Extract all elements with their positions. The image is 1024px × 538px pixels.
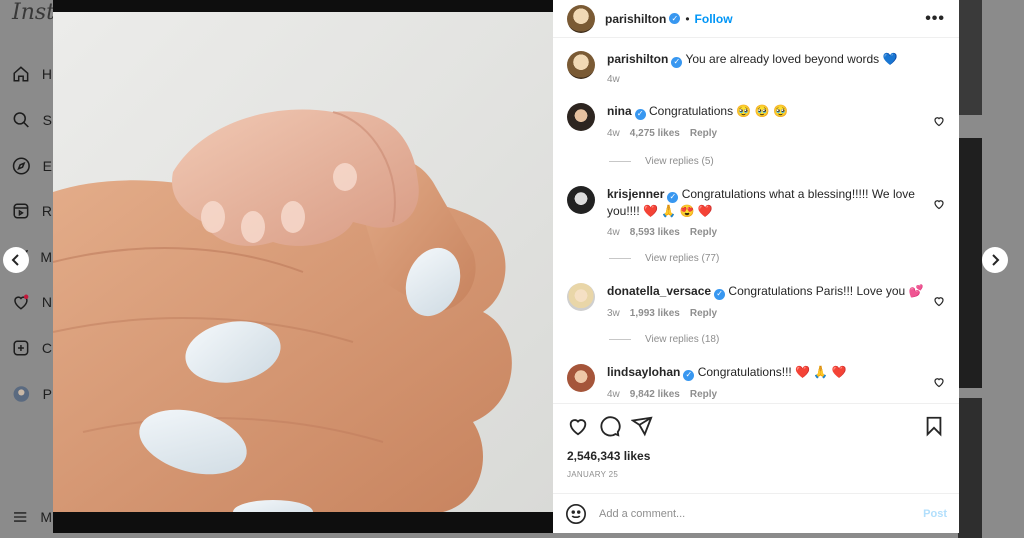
heart-icon [14, 294, 29, 310]
comment-input[interactable] [599, 507, 924, 520]
like-comment-heart-icon[interactable] [933, 115, 945, 127]
background-thumbnail [958, 138, 982, 388]
add-comment-bar: Post [553, 493, 959, 533]
background-thumbnail [958, 0, 982, 115]
caption-text: You are already loved beyond words 💙 [685, 52, 898, 66]
nav-create[interactable]: C [12, 336, 52, 360]
verified-badge-icon: ✓ [714, 288, 726, 300]
comment-text: Congratulations!!! ❤️ 🙏 ❤️ [697, 365, 847, 379]
like-comment-heart-icon[interactable] [933, 198, 945, 210]
reply-button[interactable]: Reply [690, 387, 717, 403]
comment: krisjenner ✓ Congratulations what a bless… [567, 186, 945, 241]
post-side-panel: parishilton ✓ • Follow ••• parishilton ✓ … [553, 0, 959, 533]
caption-age: 4w [607, 73, 620, 85]
profile-avatar-icon [13, 386, 30, 402]
comment-bubble-icon[interactable] [599, 415, 621, 437]
comment-likes[interactable]: 9,842 likes [630, 387, 680, 403]
comment-age: 4w [607, 388, 620, 400]
comments-list[interactable]: parishilton ✓ You are already loved beyon… [553, 39, 959, 403]
verified-badge-icon: ✓ [683, 369, 695, 381]
caption-avatar[interactable] [567, 51, 595, 79]
commenter-avatar[interactable] [567, 186, 595, 214]
reply-button[interactable]: Reply [690, 126, 717, 142]
nav-reels[interactable]: R [12, 199, 52, 223]
reels-icon [13, 203, 29, 219]
comment-likes[interactable]: 1,993 likes [630, 306, 680, 322]
view-replies-button[interactable]: View replies (5) [609, 156, 714, 167]
previous-post-button[interactable] [3, 247, 29, 273]
next-post-button[interactable] [982, 247, 1008, 273]
search-icon [13, 112, 29, 128]
create-icon [13, 340, 29, 356]
like-comment-heart-icon[interactable] [933, 295, 945, 307]
author-avatar[interactable] [567, 4, 595, 33]
reply-button[interactable]: Reply [690, 225, 717, 241]
chevron-left-icon [11, 254, 19, 266]
caption-username[interactable]: parishilton [607, 52, 668, 66]
comment: lindsaylohan ✓ Congratulations!!! ❤️ 🙏 ❤️… [567, 364, 945, 403]
post-media[interactable] [53, 0, 553, 533]
reply-line [609, 339, 631, 340]
view-replies-button[interactable]: View replies (77) [609, 253, 719, 264]
comment-username[interactable]: donatella_versace [607, 284, 711, 298]
comment-age: 3w [607, 307, 620, 319]
verified-badge-icon: ✓ [671, 56, 683, 68]
like-heart-icon[interactable] [567, 415, 589, 437]
nav-search[interactable]: S [12, 108, 52, 132]
comment-age: 4w [607, 127, 620, 139]
comment-text: Congratulations Paris!!! Love you 💕 [728, 284, 924, 298]
comment-likes[interactable]: 4,275 likes [630, 126, 680, 142]
separator-dot: • [685, 11, 690, 26]
nav-more[interactable]: M [12, 505, 52, 529]
comment: donatella_versace ✓ Congratulations Paris… [567, 283, 945, 322]
commenter-avatar[interactable] [567, 103, 595, 131]
home-icon [13, 66, 29, 82]
background-thumbnail [958, 398, 982, 538]
comment-text: Congratulations 🥹 🥹 🥹 [649, 104, 788, 118]
comment-likes[interactable]: 8,593 likes [630, 225, 680, 241]
comment-username[interactable]: krisjenner [607, 187, 664, 201]
nav-home[interactable]: H [12, 62, 52, 86]
comment-username[interactable]: nina [607, 104, 632, 118]
bookmark-icon[interactable] [923, 415, 945, 437]
reply-line [609, 258, 631, 259]
more-options-icon[interactable]: ••• [925, 10, 945, 28]
share-paper-plane-icon[interactable] [631, 415, 653, 437]
post-header: parishilton ✓ • Follow ••• [553, 0, 959, 38]
explore-icon [12, 157, 30, 175]
menu-icon [14, 512, 27, 522]
verified-badge-icon: ✓ [669, 13, 681, 24]
hand-holding-baby-finger-image [53, 109, 512, 512]
reply-line [609, 161, 631, 162]
caption: parishilton ✓ You are already loved beyon… [567, 51, 945, 88]
like-comment-heart-icon[interactable] [933, 376, 945, 388]
emoji-icon[interactable] [565, 503, 587, 525]
comment-age: 4w [607, 226, 620, 238]
author-username[interactable]: parishilton [605, 12, 666, 26]
follow-button[interactable]: Follow [695, 12, 733, 26]
nav-notifications[interactable]: N [12, 290, 52, 314]
reply-button[interactable]: Reply [690, 306, 717, 322]
post-like-count[interactable]: 2,546,343 likes [567, 449, 650, 463]
post-comment-button[interactable]: Post [923, 508, 947, 520]
comment-username[interactable]: lindsaylohan [607, 365, 680, 379]
post-date: JANUARY 25 [567, 470, 619, 479]
post-actions: 2,546,343 likes JANUARY 25 [553, 403, 959, 493]
comment: nina ✓ Congratulations 🥹 🥹 🥹 4w 4,275 lik… [567, 103, 945, 142]
commenter-avatar[interactable] [567, 364, 595, 392]
verified-badge-icon: ✓ [667, 191, 679, 203]
nav-profile[interactable]: P [12, 382, 52, 406]
nav-explore[interactable]: E [12, 154, 52, 178]
view-replies-button[interactable]: View replies (18) [609, 334, 719, 345]
verified-badge-icon: ✓ [634, 108, 646, 120]
commenter-avatar[interactable] [567, 283, 595, 311]
chevron-right-icon [992, 254, 1000, 266]
post-photo [53, 12, 553, 512]
